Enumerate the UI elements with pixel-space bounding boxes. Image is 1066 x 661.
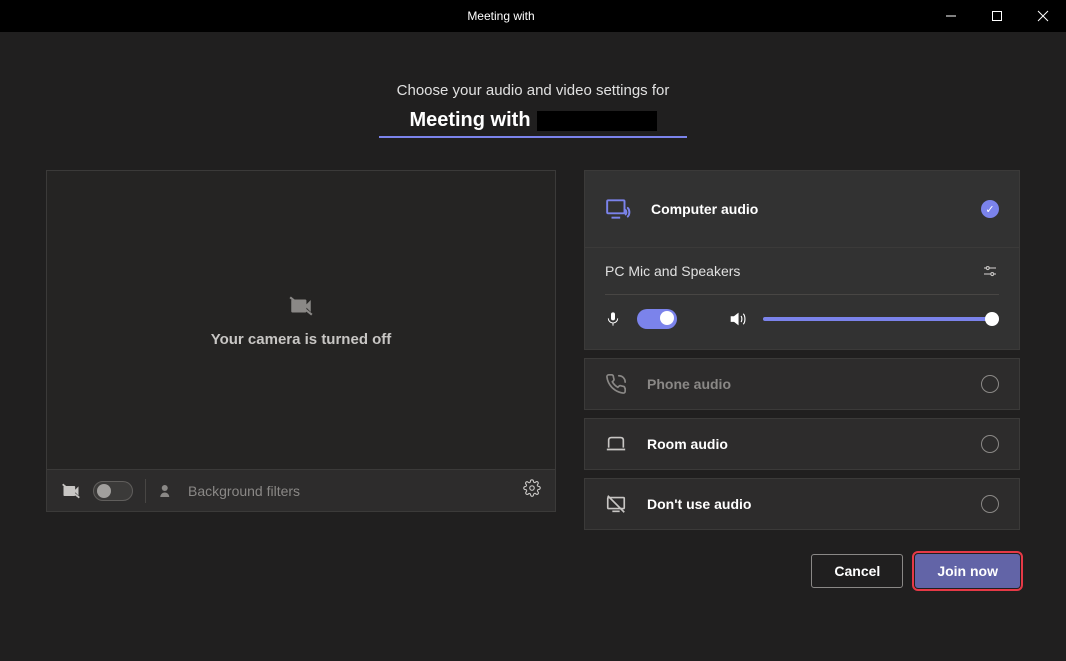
action-buttons: Cancel Join now xyxy=(46,554,1020,588)
volume-slider[interactable] xyxy=(763,317,999,321)
video-panel: Your camera is turned off Background fil… xyxy=(46,170,556,530)
meeting-title-prefix: Meeting with xyxy=(409,109,530,132)
video-controls-bar: Background filters xyxy=(46,470,556,512)
volume-slider-thumb[interactable] xyxy=(985,312,999,326)
camera-off-text: Your camera is turned off xyxy=(211,331,392,348)
close-icon xyxy=(1037,10,1049,22)
camera-off-icon xyxy=(61,481,81,501)
minimize-icon xyxy=(945,10,957,22)
device-name: PC Mic and Speakers xyxy=(605,263,740,279)
audio-option-room[interactable]: Room audio xyxy=(584,418,1020,470)
microphone-icon xyxy=(605,311,621,327)
device-settings-button[interactable] xyxy=(523,479,541,502)
background-effects-icon xyxy=(158,482,176,500)
radio-unchecked xyxy=(981,495,999,513)
room-icon xyxy=(605,433,627,455)
phone-audio-label: Phone audio xyxy=(647,376,961,392)
audio-panel: Computer audio ✓ PC Mic and Speakers xyxy=(584,170,1020,530)
divider xyxy=(145,479,146,503)
audio-option-none[interactable]: Don't use audio xyxy=(584,478,1020,530)
room-audio-label: Room audio xyxy=(647,436,961,452)
selected-check-icon: ✓ xyxy=(981,200,999,218)
titlebar: Meeting with xyxy=(0,0,1066,32)
mic-toggle[interactable] xyxy=(637,309,677,329)
mic-volume-row xyxy=(605,309,999,329)
maximize-icon xyxy=(991,10,1003,22)
speaker-icon xyxy=(729,310,747,328)
close-button[interactable] xyxy=(1020,0,1066,32)
gear-icon xyxy=(523,479,541,497)
radio-unchecked xyxy=(981,435,999,453)
audio-option-computer[interactable]: Computer audio ✓ xyxy=(584,170,1020,248)
join-now-button[interactable]: Join now xyxy=(915,554,1020,588)
phone-icon xyxy=(605,373,627,395)
window-controls xyxy=(928,0,1066,32)
redacted-text xyxy=(539,9,599,23)
no-audio-label: Don't use audio xyxy=(647,496,961,512)
redacted-text xyxy=(537,111,657,131)
device-row: PC Mic and Speakers xyxy=(605,262,999,295)
video-preview: Your camera is turned off xyxy=(46,170,556,470)
background-filters-button[interactable]: Background filters xyxy=(188,483,511,499)
window-title: Meeting with xyxy=(467,9,598,23)
computer-audio-label: Computer audio xyxy=(651,201,961,217)
computer-audio-details: PC Mic and Speakers xyxy=(584,248,1020,350)
audio-option-phone[interactable]: Phone audio xyxy=(584,358,1020,410)
meeting-title-input[interactable]: Meeting with xyxy=(379,109,686,138)
main-content: Choose your audio and video settings for… xyxy=(0,32,1066,588)
panels: Your camera is turned off Background fil… xyxy=(46,170,1020,530)
settings-sliders-icon[interactable] xyxy=(981,262,999,280)
minimize-button[interactable] xyxy=(928,0,974,32)
maximize-button[interactable] xyxy=(974,0,1020,32)
computer-audio-icon xyxy=(605,196,631,222)
camera-off-icon xyxy=(288,293,314,319)
cancel-button[interactable]: Cancel xyxy=(811,554,903,588)
settings-prompt: Choose your audio and video settings for xyxy=(397,82,670,99)
no-audio-icon xyxy=(605,493,627,515)
radio-unchecked xyxy=(981,375,999,393)
window-title-prefix: Meeting with xyxy=(467,9,534,23)
camera-toggle[interactable] xyxy=(93,481,133,501)
